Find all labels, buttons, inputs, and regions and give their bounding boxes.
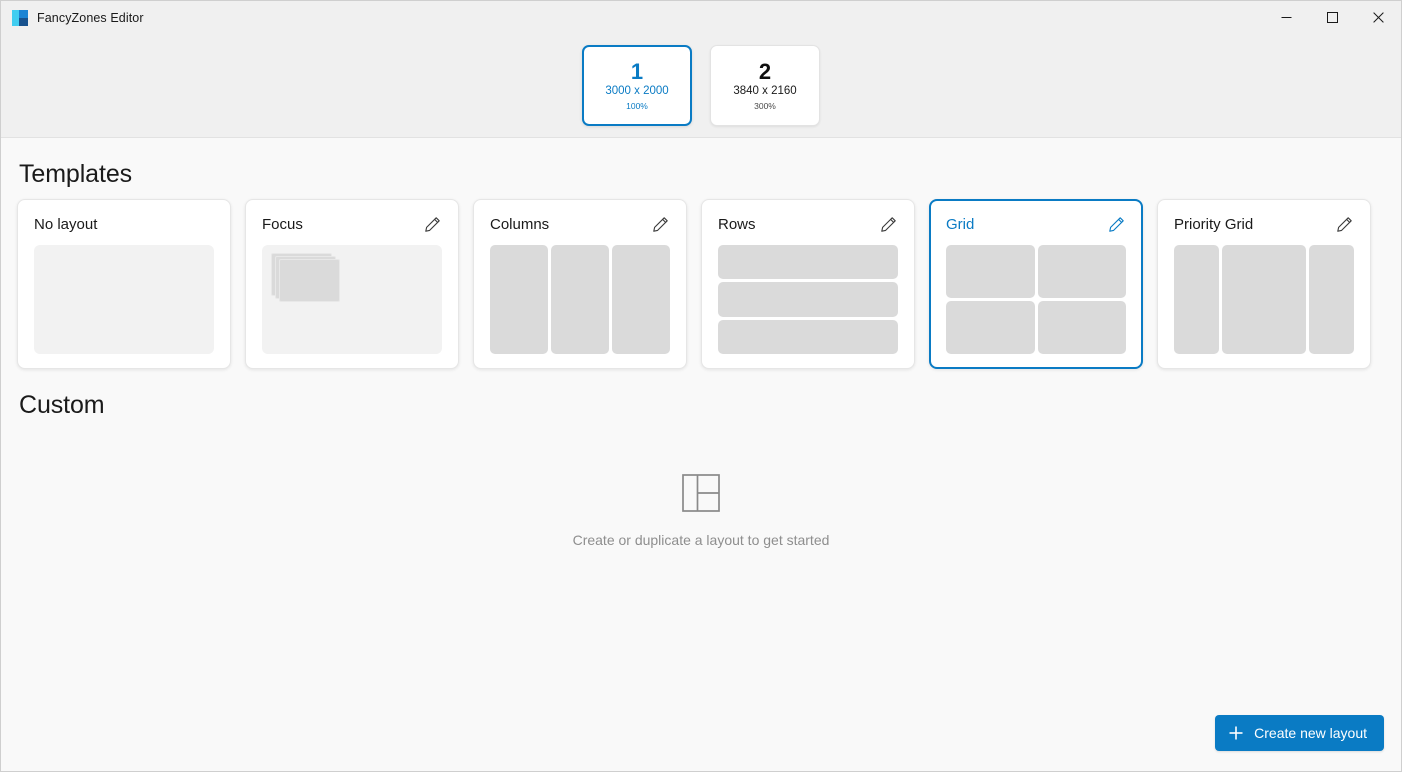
zone-grid bbox=[946, 245, 1126, 354]
card-header: No layout bbox=[34, 213, 214, 235]
zone bbox=[946, 301, 1035, 354]
template-name: Rows bbox=[718, 215, 756, 233]
fancyzones-editor-window: FancyZones Editor 1 3000 x 2000 100% 2 3… bbox=[0, 0, 1402, 772]
zone bbox=[946, 245, 1035, 298]
templates-card-list: No layout Focus Columns Rows Grid Priori… bbox=[17, 199, 1385, 369]
template-preview-columns bbox=[490, 245, 670, 354]
template-name: Priority Grid bbox=[1174, 215, 1254, 233]
template-preview-focus bbox=[262, 245, 442, 354]
monitor-number: 1 bbox=[630, 58, 644, 84]
zone bbox=[490, 245, 548, 354]
pencil-icon[interactable] bbox=[1106, 214, 1126, 234]
template-name: Columns bbox=[490, 215, 550, 233]
zone bbox=[1037, 301, 1126, 354]
template-name: No layout bbox=[34, 215, 98, 233]
zone-grid bbox=[718, 245, 898, 354]
fancyzones-icon bbox=[12, 9, 28, 26]
monitor-number: 2 bbox=[758, 58, 772, 84]
create-new-layout-label: Create new layout bbox=[1254, 725, 1367, 741]
zone-empty bbox=[34, 245, 214, 354]
zone bbox=[718, 319, 898, 354]
window-title: FancyZones Editor bbox=[37, 10, 144, 25]
content-area: Templates No layout Focus Columns Rows G… bbox=[1, 138, 1401, 771]
card-header: Columns bbox=[490, 213, 670, 235]
pencil-icon[interactable] bbox=[1334, 214, 1354, 234]
close-icon[interactable] bbox=[1355, 1, 1401, 34]
template-preview-rows bbox=[718, 245, 898, 354]
layout-placeholder-icon bbox=[682, 474, 720, 512]
template-card-columns[interactable]: Columns bbox=[473, 199, 687, 369]
template-card-priority-grid[interactable]: Priority Grid bbox=[1157, 199, 1371, 369]
custom-empty-state: Create or duplicate a layout to get star… bbox=[17, 474, 1385, 548]
template-preview-priority-grid bbox=[1174, 245, 1354, 354]
card-header: Grid bbox=[946, 213, 1126, 235]
template-card-rows[interactable]: Rows bbox=[701, 199, 915, 369]
window-controls bbox=[1263, 1, 1401, 34]
zone bbox=[612, 245, 670, 354]
template-card-focus[interactable]: Focus bbox=[245, 199, 459, 369]
zone-stack bbox=[262, 245, 442, 354]
monitor-resolution: 3840 x 2160 bbox=[733, 85, 797, 98]
plus-icon bbox=[1229, 726, 1243, 740]
card-header: Rows bbox=[718, 213, 898, 235]
template-preview-grid bbox=[946, 245, 1126, 354]
zone bbox=[1174, 245, 1219, 354]
zone bbox=[718, 245, 898, 280]
minimize-icon[interactable] bbox=[1263, 1, 1309, 34]
create-new-layout-button[interactable]: Create new layout bbox=[1215, 715, 1384, 751]
template-card-no-layout[interactable]: No layout bbox=[17, 199, 231, 369]
monitor-scale: 300% bbox=[754, 100, 776, 111]
template-card-grid[interactable]: Grid bbox=[929, 199, 1143, 369]
zone bbox=[1221, 245, 1307, 354]
card-header: Focus bbox=[262, 213, 442, 235]
template-preview-no-layout bbox=[34, 245, 214, 354]
monitor-scale: 100% bbox=[626, 100, 648, 111]
template-name: Grid bbox=[946, 215, 975, 233]
pencil-icon[interactable] bbox=[422, 214, 442, 234]
monitor-card-2[interactable]: 2 3840 x 2160 300% bbox=[710, 45, 820, 126]
templates-heading: Templates bbox=[19, 160, 133, 188]
template-name: Focus bbox=[262, 215, 303, 233]
zone-grid bbox=[1174, 245, 1354, 354]
maximize-icon[interactable] bbox=[1309, 1, 1355, 34]
zone bbox=[1037, 245, 1126, 298]
title-bar-left: FancyZones Editor bbox=[1, 9, 144, 26]
card-header: Priority Grid bbox=[1174, 213, 1354, 235]
custom-heading: Custom bbox=[19, 391, 105, 419]
monitor-resolution: 3000 x 2000 bbox=[605, 85, 669, 98]
monitor-selector: 1 3000 x 2000 100% 2 3840 x 2160 300% bbox=[1, 34, 1401, 138]
pencil-icon[interactable] bbox=[650, 214, 670, 234]
monitor-card-1[interactable]: 1 3000 x 2000 100% bbox=[582, 45, 692, 126]
zone bbox=[551, 245, 609, 354]
zone bbox=[718, 282, 898, 317]
custom-empty-text: Create or duplicate a layout to get star… bbox=[572, 532, 830, 548]
zone bbox=[1309, 245, 1354, 354]
custom-layouts-area: Create or duplicate a layout to get star… bbox=[17, 420, 1385, 720]
zone-grid bbox=[490, 245, 670, 354]
pencil-icon[interactable] bbox=[878, 214, 898, 234]
title-bar: FancyZones Editor bbox=[1, 1, 1401, 34]
